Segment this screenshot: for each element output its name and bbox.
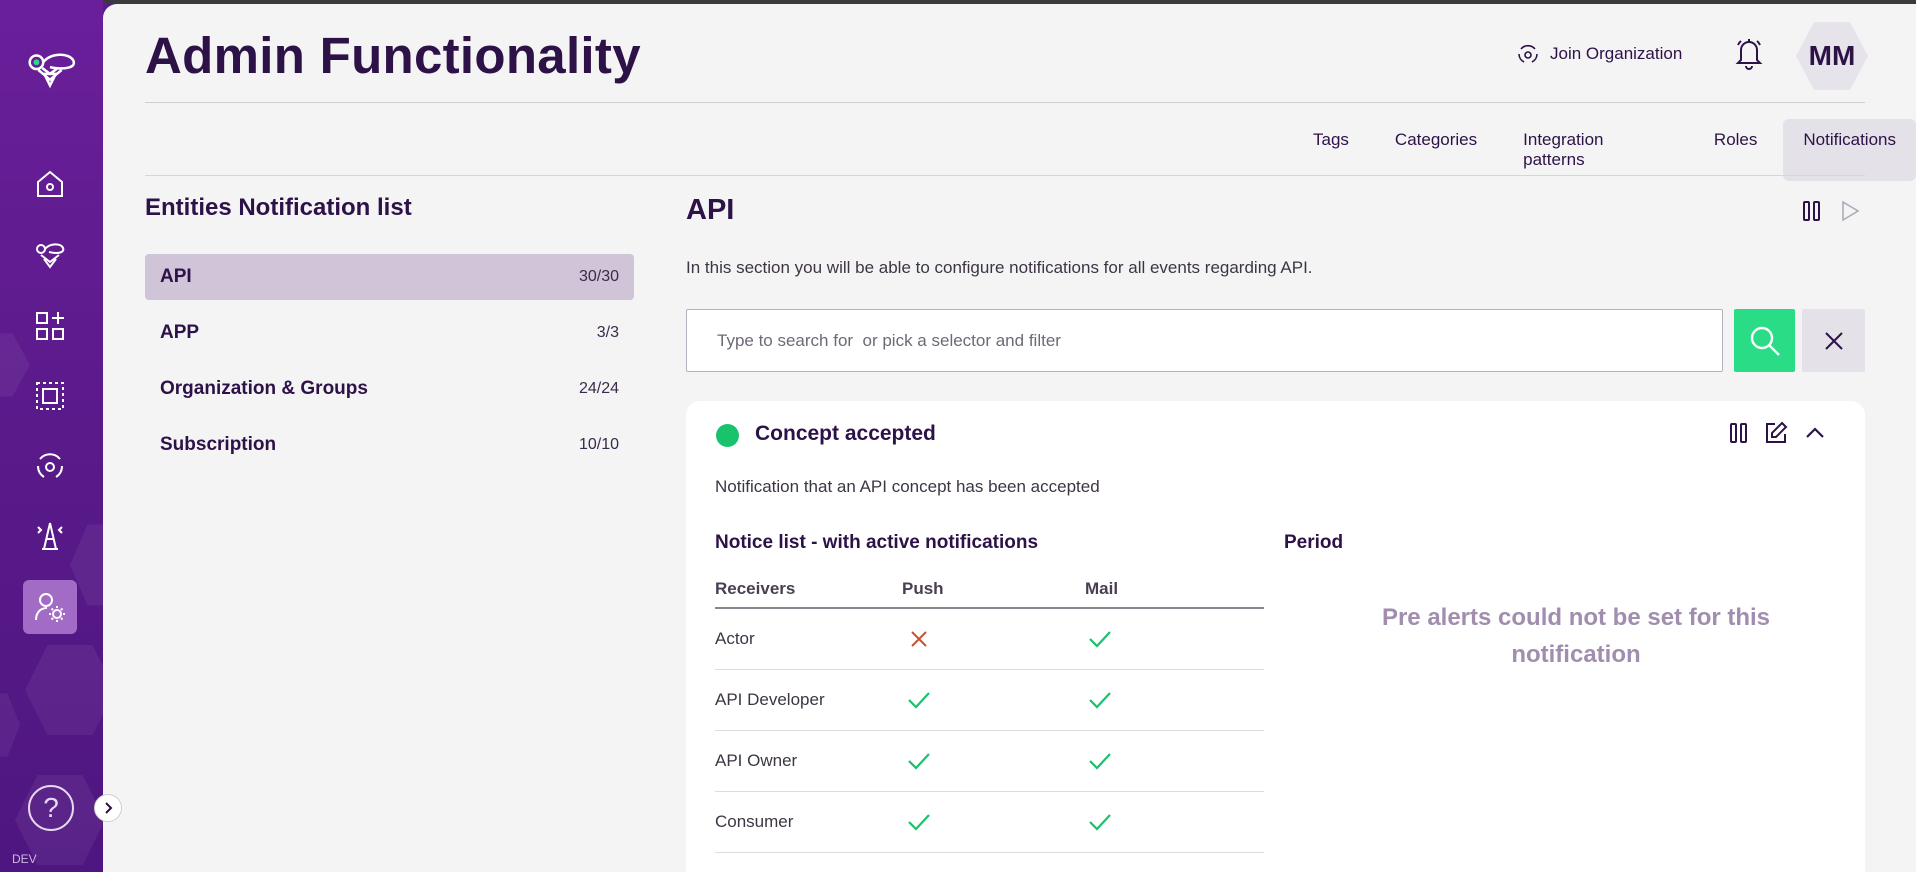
tab-integration-patterns[interactable]: Integration patterns (1503, 119, 1688, 181)
receiver-name: Consumer (715, 791, 902, 853)
notification-description: Notification that an API concept has bee… (715, 477, 1100, 496)
tab-notifications[interactable]: Notifications (1783, 119, 1916, 181)
table-header-row: Receivers Push Mail (715, 571, 1264, 609)
entity-count: 30/30 (578, 268, 619, 285)
status-indicator (716, 424, 739, 447)
main-panel: Admin Functionality Join Organization MM… (103, 4, 1916, 872)
column-header-mail: Mail (1085, 571, 1264, 609)
broadcast-tower-icon[interactable] (28, 514, 72, 558)
search-button[interactable] (1734, 309, 1795, 372)
sidebar-hex-decoration (0, 693, 20, 757)
mail-enabled-check-icon[interactable] (1085, 730, 1264, 792)
notice-list-title: Notice list - with active notifications (715, 532, 1039, 553)
period-title: Period (1284, 532, 1344, 553)
entity-name: Organization & Groups (160, 378, 368, 399)
pause-all-icon[interactable] (1801, 199, 1823, 228)
search-icon (1750, 326, 1780, 356)
apis-icon[interactable] (28, 232, 72, 276)
table-row: API Owner (715, 730, 1264, 792)
entity-item-api[interactable]: API 30/30 (145, 254, 634, 300)
user-avatar[interactable]: MM (1796, 22, 1868, 90)
page-title: Admin Functionality (145, 27, 641, 84)
tabs-divider (145, 175, 1865, 176)
entity-name: API (160, 266, 192, 287)
entity-count: 24/24 (578, 380, 619, 397)
mail-enabled-check-icon[interactable] (1085, 791, 1264, 853)
chevron-right-icon (105, 802, 113, 814)
admin-settings-icon[interactable] (23, 580, 77, 634)
receivers-table: Receivers Push Mail Actor API Developer (715, 571, 1264, 853)
section-title: API (686, 194, 735, 226)
column-header-push: Push (902, 571, 1085, 609)
push-enabled-check-icon[interactable] (902, 730, 1085, 792)
section-description: In this section you will be able to conf… (686, 258, 1313, 277)
receiver-name: API Owner (715, 730, 902, 792)
table-row: Consumer (715, 791, 1264, 853)
push-disabled-cross-icon[interactable] (902, 608, 1085, 670)
header-divider (145, 102, 1865, 103)
tab-roles[interactable]: Roles (1694, 119, 1777, 181)
entities-list-title: Entities Notification list (145, 194, 412, 221)
join-organization-label: Join Organization (1550, 44, 1683, 63)
receiver-name: API Developer (715, 669, 902, 731)
play-all-icon[interactable] (1839, 199, 1861, 228)
join-organization-icon (1518, 44, 1538, 63)
expand-sidebar-button[interactable] (94, 794, 122, 822)
push-enabled-check-icon[interactable] (902, 669, 1085, 731)
push-enabled-check-icon[interactable] (902, 791, 1085, 853)
table-row: API Developer (715, 669, 1264, 731)
sidebar: ? DEV (0, 0, 103, 872)
close-icon (1824, 331, 1843, 350)
sidebar-hex-decoration (25, 645, 103, 735)
tab-categories[interactable]: Categories (1375, 119, 1497, 181)
entities-list: API 30/30 APP 3/3 Organization & Groups … (145, 254, 634, 478)
environment-label: DEV (12, 852, 37, 866)
help-icon[interactable]: ? (28, 785, 74, 831)
period-message: Pre alerts could not be set for this not… (1381, 604, 1771, 668)
mail-enabled-check-icon[interactable] (1085, 608, 1264, 670)
entity-item-app[interactable]: APP 3/3 (145, 310, 634, 356)
notification-title: Concept accepted (755, 422, 936, 445)
tab-tags[interactable]: Tags (1293, 119, 1369, 181)
receiver-name: Actor (715, 608, 902, 670)
clear-search-button[interactable] (1802, 309, 1865, 372)
entity-count: 10/10 (578, 436, 619, 453)
join-organization-button[interactable]: Join Organization (1516, 42, 1682, 66)
table-row: Actor (715, 608, 1264, 670)
notifications-bell-icon[interactable] (1734, 36, 1764, 70)
sidebar-hex-decoration (0, 333, 30, 397)
entity-count: 3/3 (596, 324, 619, 341)
admin-tabs: Tags Categories Integration patterns Rol… (1293, 119, 1916, 181)
selection-frame-icon[interactable] (28, 374, 72, 418)
home-icon[interactable] (28, 162, 72, 206)
entity-item-organization-groups[interactable]: Organization & Groups 24/24 (145, 366, 634, 412)
brand-logo-icon[interactable] (20, 40, 80, 100)
collapse-chevron-up-icon[interactable] (1804, 423, 1826, 448)
notification-card: Concept accepted Notification that an AP… (686, 401, 1865, 872)
organization-icon[interactable] (28, 444, 72, 488)
column-header-receivers: Receivers (715, 571, 902, 609)
mail-enabled-check-icon[interactable] (1085, 669, 1264, 731)
entity-item-subscription[interactable]: Subscription 10/10 (145, 422, 634, 468)
apps-grid-icon[interactable] (28, 304, 72, 348)
entity-name: Subscription (160, 434, 277, 455)
avatar-initials: MM (1808, 40, 1856, 71)
edit-notification-icon[interactable] (1763, 420, 1789, 451)
search-input[interactable] (686, 309, 1723, 372)
entity-name: APP (160, 322, 200, 343)
pause-notification-icon[interactable] (1728, 421, 1750, 450)
